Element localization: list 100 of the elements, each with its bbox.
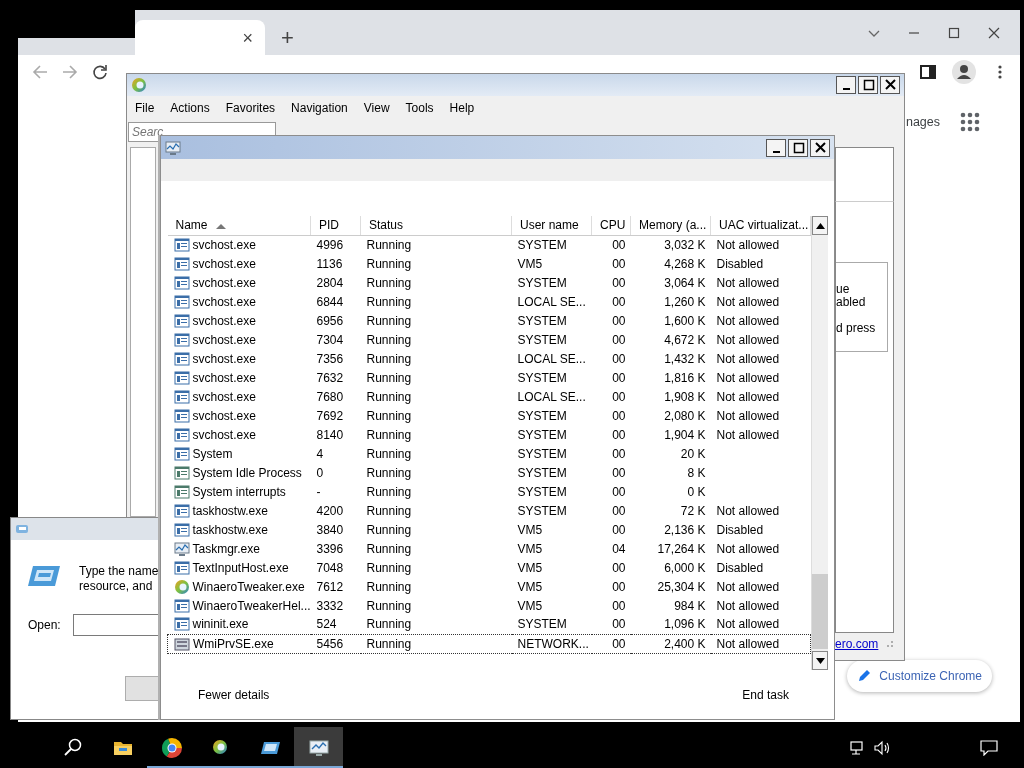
- table-cell-text: 1,908 K: [663, 388, 707, 406]
- process-name[interactable]: WinaeroTweakerHel...: [192, 596, 311, 615]
- tab-close-button[interactable]: ×: [238, 28, 257, 47]
- close-button[interactable]: [810, 138, 830, 157]
- apps-grid-icon[interactable]: [960, 112, 980, 132]
- table-cell-text: 4,268 K: [663, 255, 707, 273]
- table-cell-text: 7048: [315, 559, 345, 577]
- sidebar-icon[interactable]: [920, 63, 936, 80]
- instruction-text: resource, and: [79, 579, 154, 594]
- profile-icon[interactable]: [952, 59, 976, 84]
- notification-icon[interactable]: [980, 739, 998, 756]
- column-header[interactable]: User name: [511, 216, 592, 235]
- scroll-up-icon[interactable]: [815, 222, 825, 229]
- process-name[interactable]: System: [192, 444, 233, 463]
- minimize-button[interactable]: [836, 76, 856, 94]
- table-cell-text: Running: [365, 521, 413, 539]
- column-header[interactable]: CPU: [591, 216, 631, 235]
- table-cell: Not allowed: [710, 634, 811, 653]
- table-cell: 4996: [310, 235, 361, 254]
- table-cell-text: 4,672 K: [663, 331, 707, 349]
- column-header[interactable]: Memory (a...: [630, 216, 711, 235]
- maximize-button[interactable]: [788, 138, 808, 157]
- maximize-icon[interactable]: [948, 26, 960, 39]
- table-cell-text: Not allowed: [715, 350, 781, 368]
- process-name[interactable]: WinaeroTweaker.exe: [192, 577, 305, 596]
- process-name[interactable]: svchost.exe: [192, 368, 256, 387]
- table-cell-text: 6,000 K: [663, 559, 707, 577]
- column-header[interactable]: UAC virtualizat...: [710, 216, 811, 235]
- scroll-down-icon[interactable]: [815, 657, 825, 664]
- process-name[interactable]: svchost.exe: [192, 311, 256, 330]
- menu-item[interactable]: File: [135, 99, 155, 117]
- table-cell: SYSTEM: [511, 235, 592, 254]
- table-cell-text: 6844: [315, 293, 345, 311]
- scrollbar[interactable]: [811, 216, 828, 670]
- close-button[interactable]: [880, 76, 900, 94]
- end-task-button[interactable]: End task: [742, 685, 789, 704]
- process-name[interactable]: svchost.exe: [192, 330, 256, 349]
- website-link[interactable]: ero.com: [835, 635, 879, 653]
- menu-item[interactable]: Tools: [405, 99, 434, 117]
- table-cell-text: 1,432 K: [663, 350, 707, 368]
- open-field[interactable]: [72, 614, 160, 636]
- new-tab-button[interactable]: +: [277, 27, 298, 49]
- table-cell-text: VM5: [516, 597, 544, 615]
- process-name[interactable]: svchost.exe: [192, 292, 256, 311]
- program-icon: [173, 274, 190, 291]
- volume-icon[interactable]: [874, 739, 892, 756]
- process-name[interactable]: taskhostw.exe: [192, 501, 268, 520]
- browser-tab[interactable]: ×: [135, 20, 265, 55]
- process-name[interactable]: svchost.exe: [192, 387, 256, 406]
- process-name[interactable]: svchost.exe: [192, 235, 256, 254]
- fewer-details-link[interactable]: Fewer details: [198, 685, 270, 704]
- process-name[interactable]: svchost.exe: [192, 254, 256, 273]
- process-name[interactable]: svchost.exe: [192, 406, 256, 425]
- column-header[interactable]: PID: [310, 216, 361, 235]
- table-cell-text: 00: [611, 369, 627, 387]
- table-cell-text: Not allowed: [715, 293, 781, 311]
- process-name[interactable]: TextInputHost.exe: [192, 558, 289, 577]
- reload-icon[interactable]: [92, 63, 108, 80]
- process-name[interactable]: taskhostw.exe: [192, 520, 268, 539]
- monitor-icon: [173, 540, 190, 557]
- column-header[interactable]: Name: [167, 216, 311, 235]
- link[interactable]: nages: [905, 112, 940, 132]
- table-cell-text: -: [315, 483, 322, 501]
- menu-item[interactable]: Help: [449, 99, 475, 117]
- table-cell-text: Not allowed: [715, 369, 781, 387]
- menu-item[interactable]: Favorites: [225, 99, 276, 117]
- table-cell-text: 2,080 K: [663, 407, 707, 425]
- menu-item[interactable]: Actions: [170, 99, 210, 117]
- scroll-thumb[interactable]: [812, 574, 828, 649]
- customize-button[interactable]: Customize Chrome: [847, 660, 992, 692]
- table-cell-text: VM5: [516, 559, 544, 577]
- table-cell: NETWORK...: [511, 634, 592, 653]
- menu-item[interactable]: View: [363, 99, 390, 117]
- table-cell-text: 17,264 K: [656, 540, 707, 558]
- process-name[interactable]: svchost.exe: [192, 273, 256, 292]
- minimize-button[interactable]: [766, 138, 786, 157]
- program-icon: [173, 350, 190, 367]
- table-cell-text: 1,600 K: [663, 312, 707, 330]
- process-name[interactable]: svchost.exe: [192, 425, 256, 444]
- resize-grip-icon[interactable]: [886, 640, 894, 648]
- process-name[interactable]: wininit.exe: [192, 615, 249, 634]
- table-cell-text: 1136: [315, 255, 344, 273]
- maximize-button[interactable]: [858, 76, 878, 94]
- network-icon[interactable]: [850, 739, 866, 756]
- search-icon: [63, 737, 84, 758]
- process-name[interactable]: System interrupts: [192, 482, 286, 501]
- table-cell-text: 00: [611, 559, 627, 577]
- table-cell: 524: [310, 615, 361, 634]
- column-header[interactable]: Status: [360, 216, 512, 235]
- process-name[interactable]: Taskmgr.exe: [192, 539, 260, 558]
- table-cell-text: Running: [365, 464, 413, 482]
- table-cell-text: Disabled: [715, 521, 765, 539]
- table-cell: 2,400 K: [630, 634, 711, 653]
- close-icon[interactable]: [988, 26, 1000, 39]
- menu-item[interactable]: Navigation: [291, 99, 348, 117]
- monitor-icon: [165, 139, 181, 156]
- process-name[interactable]: svchost.exe: [192, 349, 256, 368]
- field-label: Open:: [28, 617, 61, 634]
- taskbar-button[interactable]: [294, 727, 343, 768]
- process-name[interactable]: System Idle Process: [192, 463, 302, 482]
